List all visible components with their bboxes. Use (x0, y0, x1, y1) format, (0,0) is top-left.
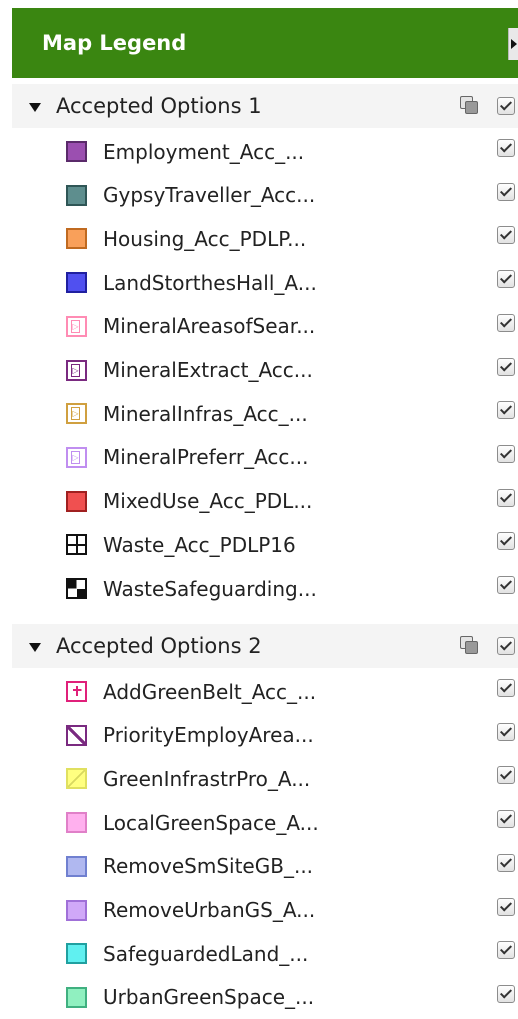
layer-visibility-checkbox[interactable] (497, 897, 515, 916)
layer-visibility-checkbox[interactable] (497, 576, 515, 594)
legend-swatch-icon (66, 578, 87, 599)
legend-item[interactable]: Housing_Acc_PDLP... (0, 217, 518, 260)
legend-swatch-icon (66, 855, 87, 877)
legend-item-label: MineralAreasofSear... (103, 314, 316, 339)
layer-square (465, 101, 478, 114)
legend-swatch-icon: ▷ (66, 403, 87, 425)
legend-item-label: LandStorthesHall_A... (103, 270, 317, 295)
layer-visibility-checkbox[interactable] (497, 226, 515, 245)
layer-visibility-checkbox[interactable] (497, 182, 515, 201)
layer-visibility-checkbox[interactable] (497, 984, 515, 1003)
layer-visibility-checkbox[interactable] (497, 941, 515, 960)
legend-item[interactable]: LandStorthesHall_A... (0, 261, 518, 304)
mineral-pattern-icon: ▷ (71, 407, 80, 421)
legend-swatch-icon (66, 490, 87, 512)
layer-visibility-checkbox[interactable] (497, 488, 515, 507)
layer-visibility-checkbox[interactable] (497, 139, 515, 157)
legend-item-label: GypsyTraveller_Acc... (103, 183, 316, 208)
legend-item-label: AddGreenBelt_Acc_... (103, 679, 317, 704)
layer-visibility-checkbox[interactable] (497, 270, 515, 289)
legend-item-label: GreenInfrastrPro_A... (103, 766, 311, 791)
legend-item[interactable]: ▷ MineralExtract_Acc... (0, 349, 518, 392)
legend-item[interactable]: GypsyTraveller_Acc... (0, 174, 518, 217)
legend-item-label: LocalGreenSpace_A... (103, 810, 319, 835)
legend-header: Map Legend (12, 8, 518, 78)
top-border (12, 0, 518, 8)
legend-group-header[interactable]: Accepted Options 1 (12, 84, 518, 128)
layer-visibility-checkbox[interactable] (497, 679, 515, 697)
legend-item-label: MixedUse_Acc_PDL... (103, 489, 313, 514)
mineral-pattern-icon: ▷ (71, 319, 80, 333)
legend-swatch-icon (66, 272, 87, 294)
legend-item-label: RemoveUrbanGS_A... (103, 898, 316, 922)
layer-opacity-icon[interactable] (457, 634, 479, 656)
collapse-caret-icon[interactable] (29, 643, 41, 652)
legend-item[interactable]: UrbanGreenSpace_... (0, 976, 518, 1019)
grid-line (76, 536, 78, 554)
layer-visibility-checkbox[interactable] (497, 766, 515, 785)
legend-item-label: MineralPreferr_Acc... (103, 445, 309, 470)
legend-item[interactable]: ▷ MineralAreasofSear... (0, 305, 518, 348)
legend-item[interactable]: ▷ MineralInfras_Acc_... (0, 392, 518, 435)
group-visibility-checkbox[interactable] (497, 97, 515, 115)
legend-item[interactable]: RemoveUrbanGS_A... (0, 889, 518, 932)
legend-swatch-icon (66, 943, 87, 965)
legend-item[interactable]: RemoveSmSiteGB_... (0, 845, 518, 888)
layer-visibility-checkbox[interactable] (497, 532, 515, 551)
legend-item[interactable]: LocalGreenSpace_A... (0, 801, 518, 844)
legend-swatch-icon (66, 724, 87, 746)
legend-item-label: RemoveSmSiteGB_... (103, 854, 314, 879)
legend-swatch-icon (66, 899, 87, 921)
legend-item[interactable]: Waste_Acc_PDLP16 (0, 523, 518, 566)
legend-item[interactable]: WasteSafeguarding... (0, 567, 518, 610)
legend-item-label: PriorityEmployArea... (103, 723, 314, 748)
legend-swatch-icon (66, 534, 87, 556)
legend-item-label: Housing_Acc_PDLP... (103, 226, 307, 251)
layer-visibility-checkbox[interactable] (497, 810, 515, 829)
legend-item[interactable]: SafeguardedLand_... (0, 932, 518, 975)
group-visibility-checkbox[interactable] (497, 637, 515, 655)
legend-item[interactable]: GreenInfrastrPro_A... (0, 757, 518, 800)
legend-swatch-icon (66, 986, 87, 1008)
legend-swatch-icon (66, 681, 87, 702)
legend-item-label: Employment_Acc_... (103, 139, 305, 164)
legend-item[interactable]: PriorityEmployArea... (0, 714, 518, 757)
layer-square (465, 641, 478, 654)
legend-item-label: MineralInfras_Acc_... (103, 401, 308, 426)
collapse-caret-icon[interactable] (29, 103, 41, 112)
layer-visibility-checkbox[interactable] (497, 401, 515, 420)
layer-visibility-checkbox[interactable] (497, 853, 515, 872)
legend-item-label: MineralExtract_Acc... (103, 358, 313, 382)
layer-visibility-checkbox[interactable] (497, 313, 515, 332)
legend-item-label: WasteSafeguarding... (103, 576, 317, 601)
legend-swatch-icon (66, 812, 87, 834)
mineral-pattern-icon: ▷ (71, 450, 80, 464)
legend-item-label: SafeguardedLand_... (103, 941, 309, 966)
legend-group-title: Accepted Options 1 (56, 94, 262, 118)
collapse-panel-icon[interactable] (508, 28, 518, 60)
layer-visibility-checkbox[interactable] (497, 722, 515, 741)
layer-opacity-icon[interactable] (457, 94, 479, 116)
legend-swatch-icon (66, 228, 87, 250)
legend-item[interactable]: AddGreenBelt_Acc_... (0, 670, 518, 713)
legend-swatch-icon: ▷ (66, 446, 87, 468)
legend-swatch-icon: ▷ (66, 359, 87, 381)
legend-item-label: UrbanGreenSpace_... (103, 985, 315, 1010)
legend-swatch-icon (66, 768, 87, 790)
legend-title: Map Legend (42, 31, 187, 55)
legend-item[interactable]: ▷ MineralPreferr_Acc... (0, 436, 518, 479)
legend-swatch-icon (66, 141, 87, 162)
legend-swatch-icon: ▷ (66, 315, 87, 337)
layer-visibility-checkbox[interactable] (497, 357, 515, 376)
mineral-pattern-icon: ▷ (71, 363, 80, 377)
legend-swatch-icon (66, 184, 87, 206)
legend-item-label: Waste_Acc_PDLP16 (103, 532, 296, 557)
layer-visibility-checkbox[interactable] (497, 444, 515, 463)
legend-item[interactable]: MixedUse_Acc_PDL... (0, 480, 518, 523)
legend-group-title: Accepted Options 2 (56, 634, 262, 658)
legend-group-header[interactable]: Accepted Options 2 (12, 624, 518, 668)
legend-item[interactable]: Employment_Acc_... (0, 130, 518, 173)
